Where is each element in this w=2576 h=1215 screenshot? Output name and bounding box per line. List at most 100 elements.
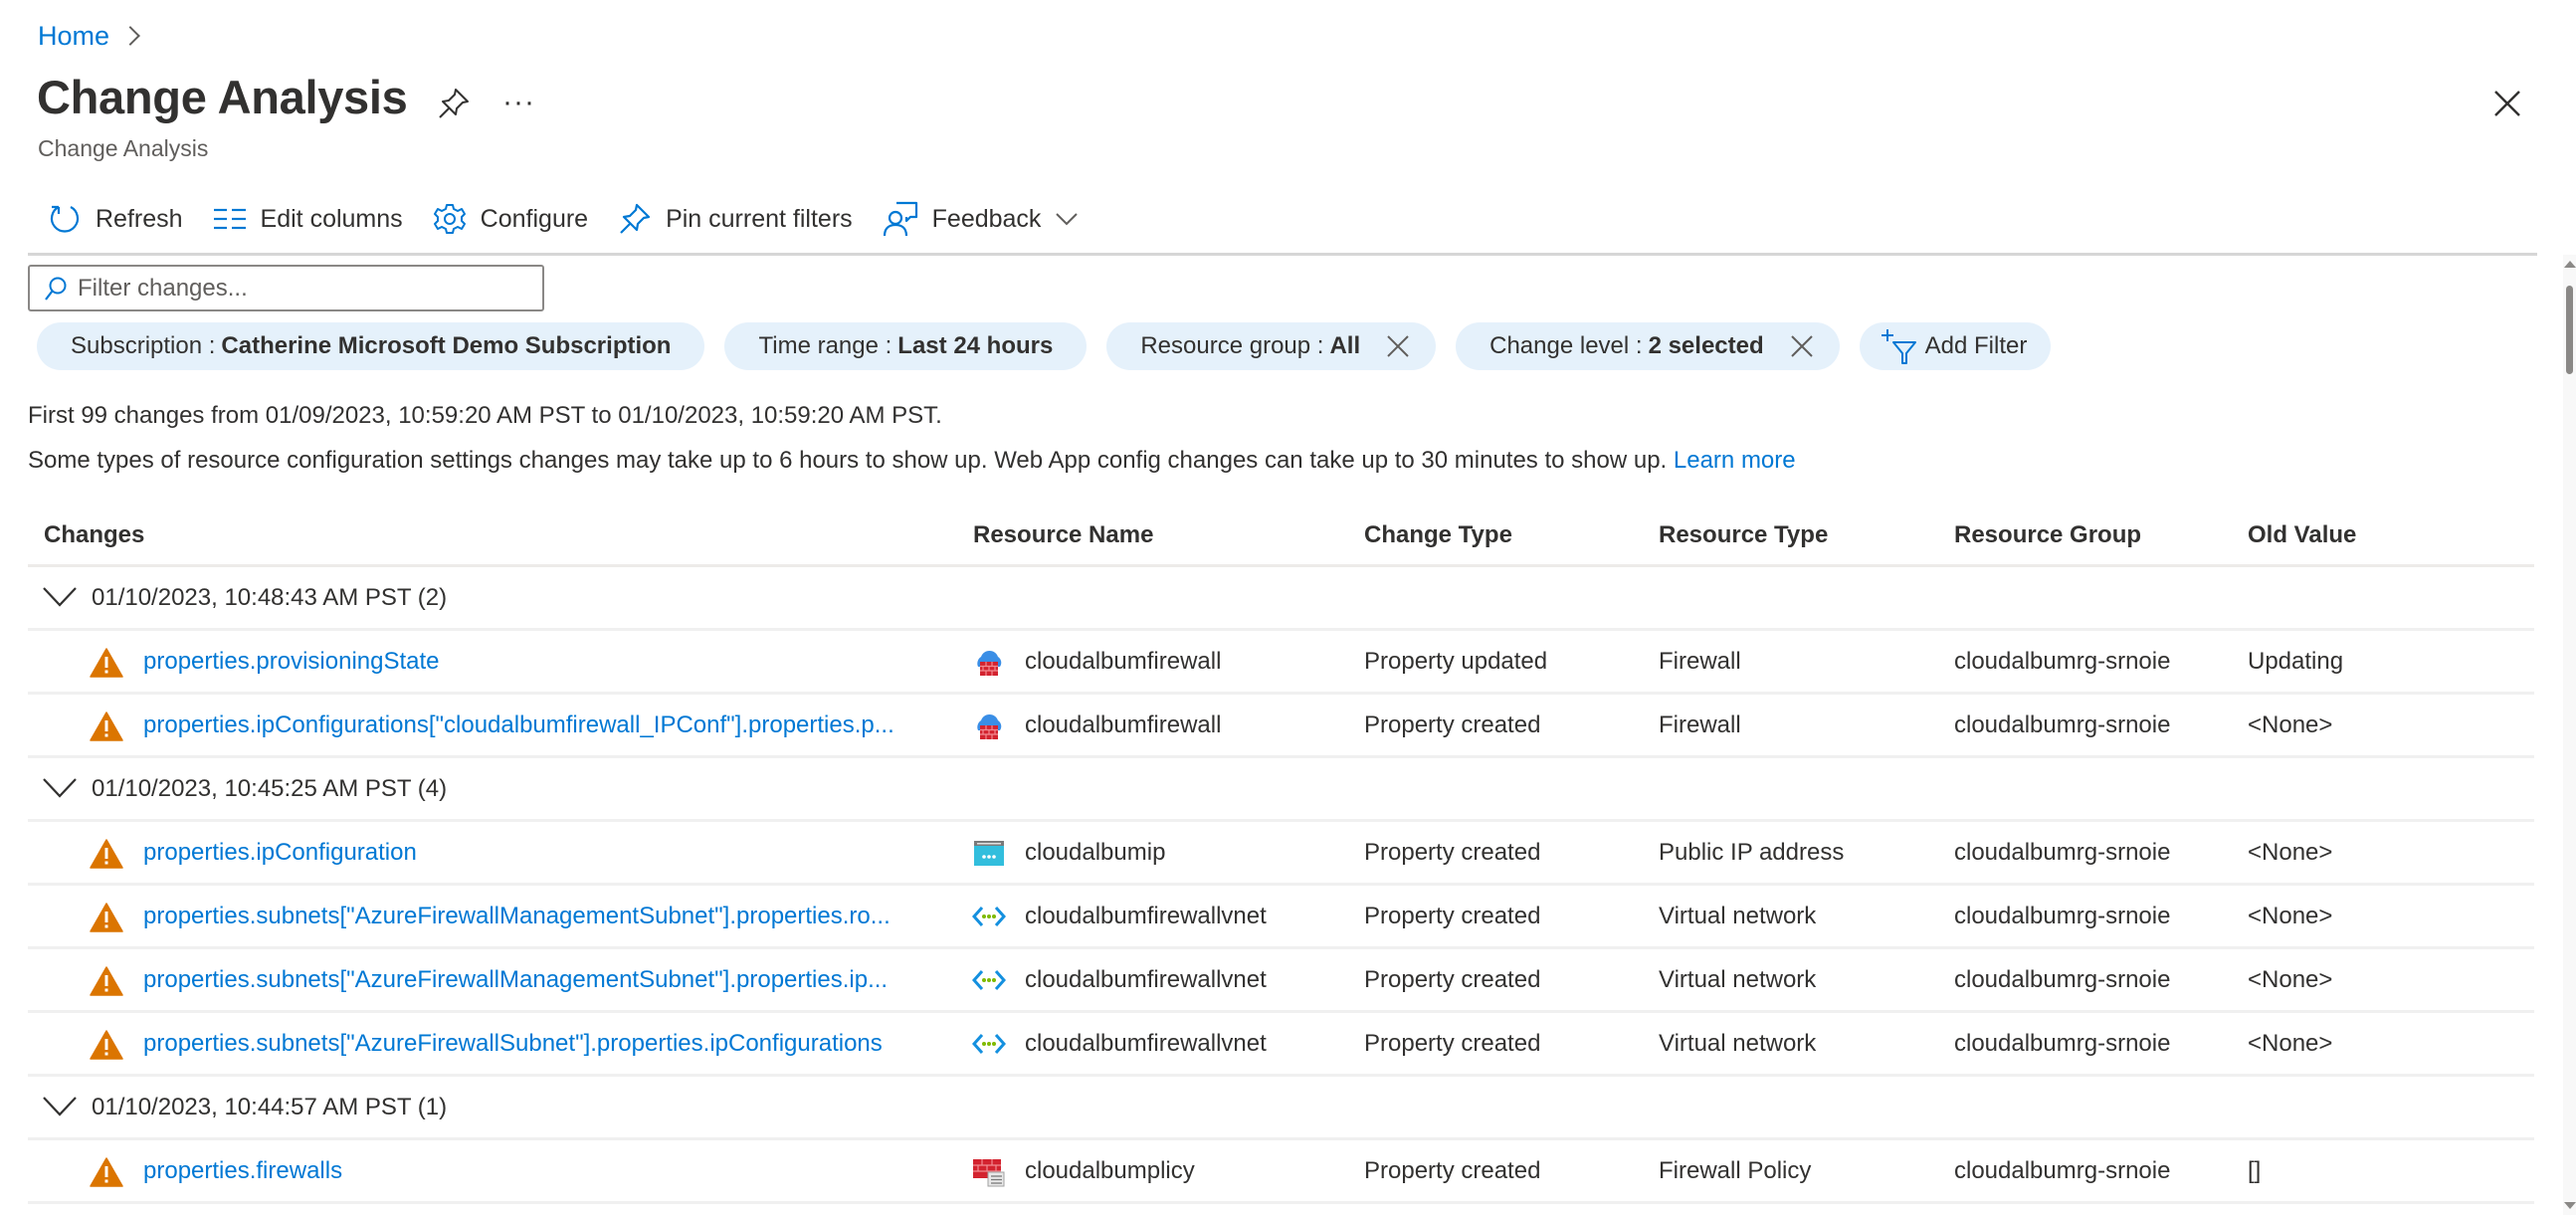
resource-group: cloudalbumrg-srnoie	[1954, 710, 2171, 738]
refresh-label: Refresh	[96, 204, 183, 233]
change-property-link[interactable]: properties.firewalls	[143, 1157, 342, 1185]
configure-button[interactable]: Configure	[433, 202, 588, 236]
chevron-down-icon[interactable]	[40, 583, 80, 611]
pin-current-filters-button[interactable]: Pin current filters	[618, 202, 853, 236]
feedback-button[interactable]: Feedback	[883, 201, 1093, 237]
resource-group: cloudalbumrg-srnoie	[1954, 1029, 2171, 1057]
group-row[interactable]: 01/10/2023, 10:44:57 AM PST (1)	[28, 1077, 2534, 1140]
remove-filter-button[interactable]	[1386, 334, 1410, 358]
table-row[interactable]: properties.ipConfigurations["cloudalbumf…	[28, 695, 2534, 758]
change-property-link[interactable]: properties.ipConfigurations["cloudalbumf…	[143, 711, 894, 739]
firewall-policy-icon	[972, 1154, 1006, 1188]
table-row[interactable]: properties.subnets["AzureFirewallManagem…	[28, 949, 2534, 1013]
change-type: Property created	[1364, 965, 1541, 993]
breadcrumb-home-link[interactable]: Home	[38, 21, 109, 52]
table-row[interactable]: properties.provisioningState cloudalbumfi…	[28, 631, 2534, 695]
scrollbar-thumb[interactable]	[2566, 286, 2573, 374]
columns-icon	[213, 208, 246, 230]
filter-pill-value: 2 selected	[1648, 332, 1764, 359]
edit-columns-label: Edit columns	[260, 204, 403, 233]
firewall-icon	[972, 709, 1006, 742]
search-icon	[45, 277, 67, 301]
group-row[interactable]: 01/10/2023, 10:45:25 AM PST (4)	[28, 758, 2534, 822]
filter-pill-time-range[interactable]: Time range : Last 24 hours	[724, 322, 1088, 370]
filter-pill-resource-group[interactable]: Resource group : All	[1106, 322, 1437, 370]
resource-name: cloudalbumfirewallvnet	[1025, 1029, 1267, 1057]
table-row[interactable]: properties.firewalls cloudalbumplicy Prope…	[28, 1140, 2534, 1204]
filter-pill-subscription[interactable]: Subscription : Catherine Microsoft Demo …	[37, 322, 705, 370]
change-property-link[interactable]: properties.subnets["AzureFirewallManagem…	[143, 966, 888, 994]
old-value: <None>	[2248, 710, 2333, 738]
page-title: Change Analysis	[37, 71, 408, 123]
remove-filter-button[interactable]	[1790, 334, 1814, 358]
filter-pill-label: Resource group :	[1140, 332, 1324, 359]
resource-type: Firewall	[1659, 710, 1741, 738]
warning-icon	[90, 965, 123, 1004]
command-bar: Refresh Edit columns Configure Pin curre…	[48, 197, 1122, 241]
pin-icon	[439, 89, 469, 118]
column-header-resource-type[interactable]: Resource Type	[1659, 521, 1828, 549]
resource-type: Virtual network	[1659, 1029, 1817, 1057]
close-icon	[1387, 335, 1409, 357]
table-row[interactable]: properties.subnets["AzureFirewallManagem…	[28, 886, 2534, 949]
edit-columns-button[interactable]: Edit columns	[213, 205, 403, 234]
resource-group: cloudalbumrg-srnoie	[1954, 647, 2171, 675]
add-filter-icon	[1881, 329, 1916, 364]
chevron-down-icon[interactable]	[40, 1093, 80, 1120]
filter-pill-change-level[interactable]: Change level : 2 selected	[1456, 322, 1840, 370]
learn-more-link[interactable]: Learn more	[1674, 447, 1796, 474]
pin-blade-button[interactable]	[434, 84, 474, 123]
table-row[interactable]: properties.subnets["AzureFirewallSubnet"…	[28, 1013, 2534, 1077]
firewall-icon	[972, 645, 1006, 679]
change-property-link[interactable]: properties.provisioningState	[143, 648, 440, 676]
changes-range-info: First 99 changes from 01/09/2023, 10:59:…	[28, 402, 942, 429]
filter-changes-search[interactable]	[28, 265, 544, 311]
resource-name: cloudalbumplicy	[1025, 1156, 1195, 1184]
column-header-change-type[interactable]: Change Type	[1364, 521, 1512, 549]
warning-icon	[90, 838, 123, 877]
filter-pill-value: Catherine Microsoft Demo Subscription	[221, 332, 672, 359]
warning-icon	[90, 1156, 123, 1195]
table-body: 01/10/2023, 10:48:43 AM PST (2) propertie…	[28, 567, 2534, 1204]
table-row[interactable]: properties.ipConfiguration cloudalbumip Pr…	[28, 822, 2534, 886]
filter-pill-label: Change level :	[1489, 332, 1643, 359]
warning-icon	[90, 902, 123, 940]
more-options-button[interactable]: ···	[502, 86, 535, 119]
resource-type: Public IP address	[1659, 838, 1845, 866]
filter-changes-input[interactable]	[78, 274, 525, 303]
refresh-icon	[50, 205, 80, 233]
old-value: <None>	[2248, 838, 2333, 866]
resource-group: cloudalbumrg-srnoie	[1954, 902, 2171, 929]
add-filter-button[interactable]: Add Filter	[1859, 322, 2052, 370]
scroll-down-arrow-icon[interactable]	[2564, 1202, 2576, 1209]
group-label: 01/10/2023, 10:44:57 AM PST (1)	[92, 1093, 448, 1120]
page-subtitle: Change Analysis	[38, 135, 209, 161]
resource-type: Firewall	[1659, 647, 1741, 675]
warning-icon	[90, 1029, 123, 1068]
change-type: Property created	[1364, 1029, 1541, 1057]
virtual-network-icon	[971, 900, 1007, 933]
scroll-up-arrow-icon[interactable]	[2564, 261, 2576, 268]
change-type: Property created	[1364, 710, 1541, 738]
change-property-link[interactable]: properties.subnets["AzureFirewallSubnet"…	[143, 1030, 883, 1058]
old-value: []	[2248, 1156, 2262, 1184]
column-header-resource-name[interactable]: Resource Name	[973, 521, 1153, 549]
old-value: <None>	[2248, 1029, 2333, 1057]
close-button[interactable]	[2487, 84, 2527, 123]
filter-pill-value: All	[1329, 332, 1361, 359]
group-row[interactable]: 01/10/2023, 10:48:43 AM PST (2)	[28, 567, 2534, 631]
old-value: <None>	[2248, 902, 2333, 929]
chevron-down-icon[interactable]	[40, 774, 80, 802]
column-header-changes[interactable]: Changes	[44, 521, 144, 549]
change-type: Property created	[1364, 902, 1541, 929]
resource-name: cloudalbumip	[1025, 838, 1166, 866]
column-header-resource-group[interactable]: Resource Group	[1954, 521, 2141, 549]
change-property-link[interactable]: properties.ipConfiguration	[143, 839, 417, 867]
pin-icon	[620, 203, 651, 234]
change-property-link[interactable]: properties.subnets["AzureFirewallManagem…	[143, 903, 891, 930]
vertical-scrollbar[interactable]	[2563, 255, 2576, 1215]
column-header-old-value[interactable]: Old Value	[2248, 521, 2356, 549]
old-value: <None>	[2248, 965, 2333, 993]
resource-group: cloudalbumrg-srnoie	[1954, 1156, 2171, 1184]
refresh-button[interactable]: Refresh	[48, 202, 183, 236]
